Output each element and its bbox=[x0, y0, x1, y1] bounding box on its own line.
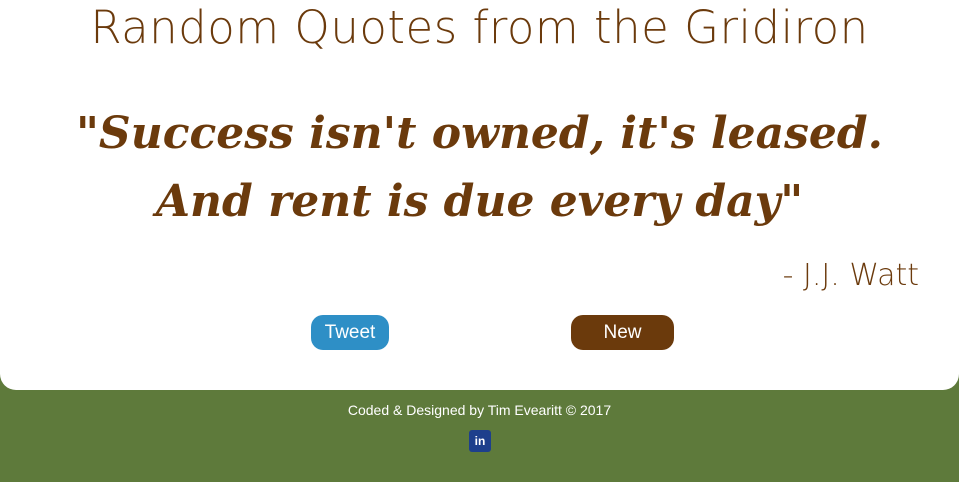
quote-card: Random Quotes from the Gridiron "Success… bbox=[0, 0, 959, 390]
quote-text: "Success isn't owned, it's leased. And r… bbox=[76, 108, 883, 227]
new-quote-button[interactable]: New Quote bbox=[571, 315, 674, 378]
footer-credit: Coded & Designed by Tim Evearitt © 2017 bbox=[347, 402, 612, 418]
quote-author: - J.J. Watt bbox=[782, 258, 919, 293]
page-title: Random Quotes from the Gridiron bbox=[90, 1, 869, 54]
tweet-button[interactable]: Tweet it! bbox=[311, 315, 389, 378]
linkedin-icon[interactable]: in bbox=[469, 430, 491, 452]
